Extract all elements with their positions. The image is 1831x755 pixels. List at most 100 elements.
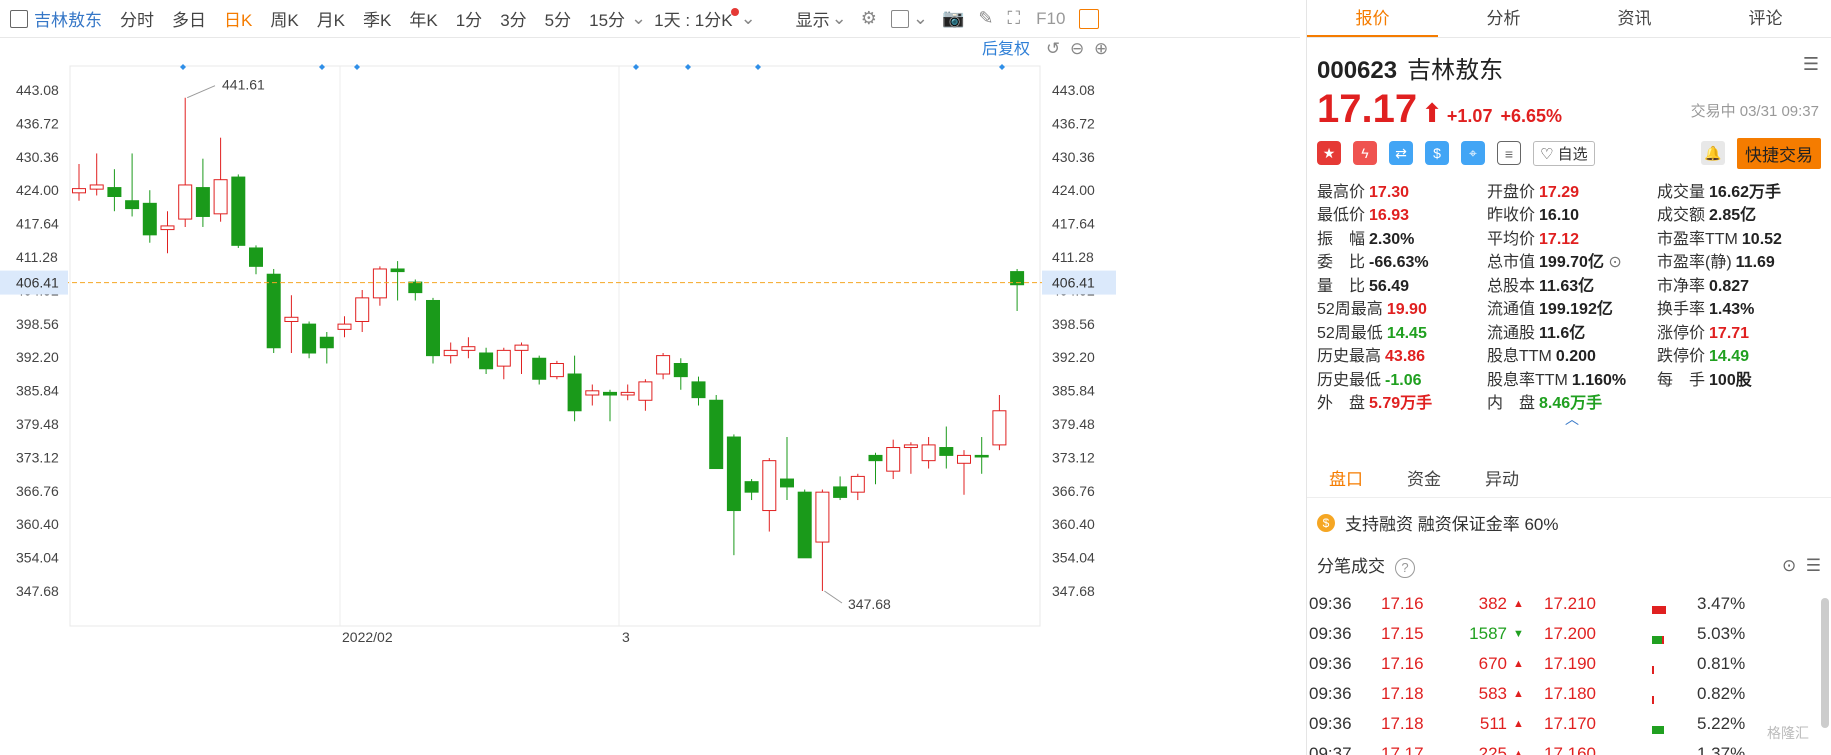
y-tick-label-left: 417.64	[16, 216, 59, 232]
tab-capital[interactable]: 资金	[1385, 462, 1463, 497]
china-flag-icon[interactable]: ★	[1317, 141, 1341, 165]
candle-body	[319, 336, 334, 349]
stat-label: 涨停价	[1657, 324, 1706, 342]
quote-panel: 报价 分析 资讯 评论 000623 吉林敖东 ☰ 17.17 ⬆ +1.07 +…	[1306, 0, 1831, 755]
more-icon[interactable]: ⊙	[1782, 556, 1796, 575]
stat-item: 成交量 16.62万手	[1657, 178, 1817, 202]
y-tick-label-left: 392.20	[16, 349, 59, 365]
tick-volume: 225	[1478, 744, 1507, 755]
stat-value: 199.70亿	[1539, 254, 1604, 272]
shuffle-icon[interactable]: ⇄	[1389, 141, 1413, 165]
gear-icon[interactable]: ⚙	[861, 8, 877, 29]
stat-value: 14.49	[1709, 348, 1750, 366]
list-icon[interactable]: ☰	[1806, 556, 1821, 575]
help-icon[interactable]: ?	[1395, 558, 1415, 578]
tab-order-book[interactable]: 盘口	[1307, 462, 1385, 497]
stat-label: 委 比	[1317, 254, 1366, 272]
arrow-up-icon: ▲	[1513, 718, 1524, 730]
chevron-down-icon[interactable]: ⌄	[631, 8, 646, 29]
x-date-label: 2022/02	[342, 629, 393, 645]
candle	[833, 476, 848, 501]
event-marker-icon	[755, 64, 761, 70]
candle	[302, 321, 317, 359]
tab-5min[interactable]: 5分	[545, 6, 571, 31]
menu-icon[interactable]: ☰	[1803, 54, 1819, 75]
candle-body	[266, 273, 281, 349]
arrow-up-icon: ▲	[1513, 658, 1524, 670]
tick-time: 09:36	[1309, 714, 1352, 733]
layout-toggle-icon[interactable]	[10, 9, 28, 28]
toolbar-stock-name[interactable]: 吉林敖东	[34, 6, 102, 31]
candle-body	[780, 478, 794, 488]
tab-multi-day[interactable]: 多日	[172, 6, 206, 31]
tab-news[interactable]: 资讯	[1569, 0, 1700, 37]
candle	[532, 355, 547, 385]
stats-row: 最低价 16.93 昨收价 16.10 成交额 2.85亿	[1317, 202, 1827, 226]
tab-unusual[interactable]: 异动	[1463, 462, 1541, 497]
candle	[567, 355, 582, 422]
sidebar-toggle-icon[interactable]	[1079, 8, 1100, 30]
add-watchlist-button[interactable]: ♡ 自选	[1533, 140, 1595, 166]
tab-comments[interactable]: 评论	[1700, 0, 1831, 37]
stat-label: 市盈率(静)	[1657, 254, 1732, 272]
tab-weekly-k[interactable]: 周K	[270, 6, 298, 31]
restore-mode-button[interactable]: 后复权	[982, 40, 1030, 58]
camera-icon[interactable]: 📷	[942, 8, 964, 29]
stat-value: 17.71	[1709, 324, 1750, 342]
bell-icon[interactable]: 🔔	[1701, 141, 1725, 165]
chevron-down-icon[interactable]: ⌄	[913, 8, 928, 29]
stat-value: 19.90	[1386, 301, 1427, 319]
candle	[585, 384, 600, 406]
stat-item: 开盘价 17.29	[1487, 178, 1657, 202]
f10-button[interactable]: F10	[1036, 9, 1065, 29]
zoom-out-icon[interactable]: ⊖	[1070, 39, 1084, 59]
candle-body	[231, 176, 246, 246]
tab-monthly-k[interactable]: 月K	[317, 6, 345, 31]
dollar-icon[interactable]: $	[1425, 141, 1449, 165]
chevron-down-icon[interactable]: ⌄	[741, 8, 756, 29]
stat-item: 平均价 17.12	[1487, 225, 1657, 249]
stat-label: 历史最低	[1317, 371, 1382, 389]
tab-yearly-k[interactable]: 年K	[409, 6, 437, 31]
candle-body	[585, 390, 600, 396]
tick-price: 17.16	[1381, 654, 1424, 673]
candle	[850, 473, 865, 501]
fullscreen-icon[interactable]: ⛶	[1008, 8, 1021, 29]
stat-value: 5.79万手	[1369, 395, 1433, 413]
collapse-chevron-icon[interactable]: ︿	[1317, 412, 1827, 426]
tab-intraday[interactable]: 分时	[120, 6, 154, 31]
display-dropdown[interactable]: 显示	[796, 6, 830, 31]
candle-body	[142, 202, 157, 236]
stat-value: 8.46万手	[1539, 395, 1603, 413]
kline-chart[interactable]: 443.08 443.08 436.72 436.72 430.36 430.36 424.…	[0, 38, 1306, 755]
tab-quote[interactable]: 报价	[1307, 0, 1438, 37]
tab-15min[interactable]: 15分	[589, 6, 625, 31]
square-icon[interactable]	[890, 8, 909, 29]
tab-1min[interactable]: 1分	[456, 6, 482, 31]
dist-pct: 5.03%	[1697, 624, 1746, 643]
zoom-in-icon[interactable]: ⊕	[1094, 39, 1108, 59]
period-dropdown[interactable]: 1天 : 1分K	[654, 6, 740, 31]
tick-volume: 670	[1478, 654, 1507, 673]
scrollbar[interactable]	[1821, 598, 1829, 728]
tag-icon[interactable]: ⌖	[1461, 141, 1485, 165]
tab-quarterly-k[interactable]: 季K	[363, 6, 391, 31]
tab-3min[interactable]: 3分	[500, 6, 526, 31]
max-pointer	[187, 85, 216, 99]
stat-label: 股息率TTM	[1487, 371, 1568, 389]
quick-trade-button[interactable]: 快捷交易	[1737, 137, 1821, 169]
pen-icon[interactable]: ✎	[978, 8, 993, 29]
stat-item: 最高价 17.30	[1317, 178, 1487, 202]
tab-daily-k[interactable]: 日K	[224, 6, 252, 31]
document-icon[interactable]: ≡	[1497, 141, 1521, 165]
tab-analysis[interactable]: 分析	[1438, 0, 1569, 37]
candle-body	[921, 444, 936, 462]
flash-icon[interactable]: ϟ	[1353, 141, 1377, 165]
tick-price: 17.17	[1381, 744, 1424, 755]
chevron-down-icon[interactable]: ⌄	[832, 8, 847, 29]
stat-item: 52周最低 14.45	[1317, 319, 1487, 343]
more-icon[interactable]: ⊙	[1604, 254, 1621, 271]
reset-icon[interactable]: ↺	[1046, 39, 1060, 59]
dist-pct: 3.47%	[1697, 594, 1746, 613]
stat-label: 成交额	[1657, 207, 1706, 225]
